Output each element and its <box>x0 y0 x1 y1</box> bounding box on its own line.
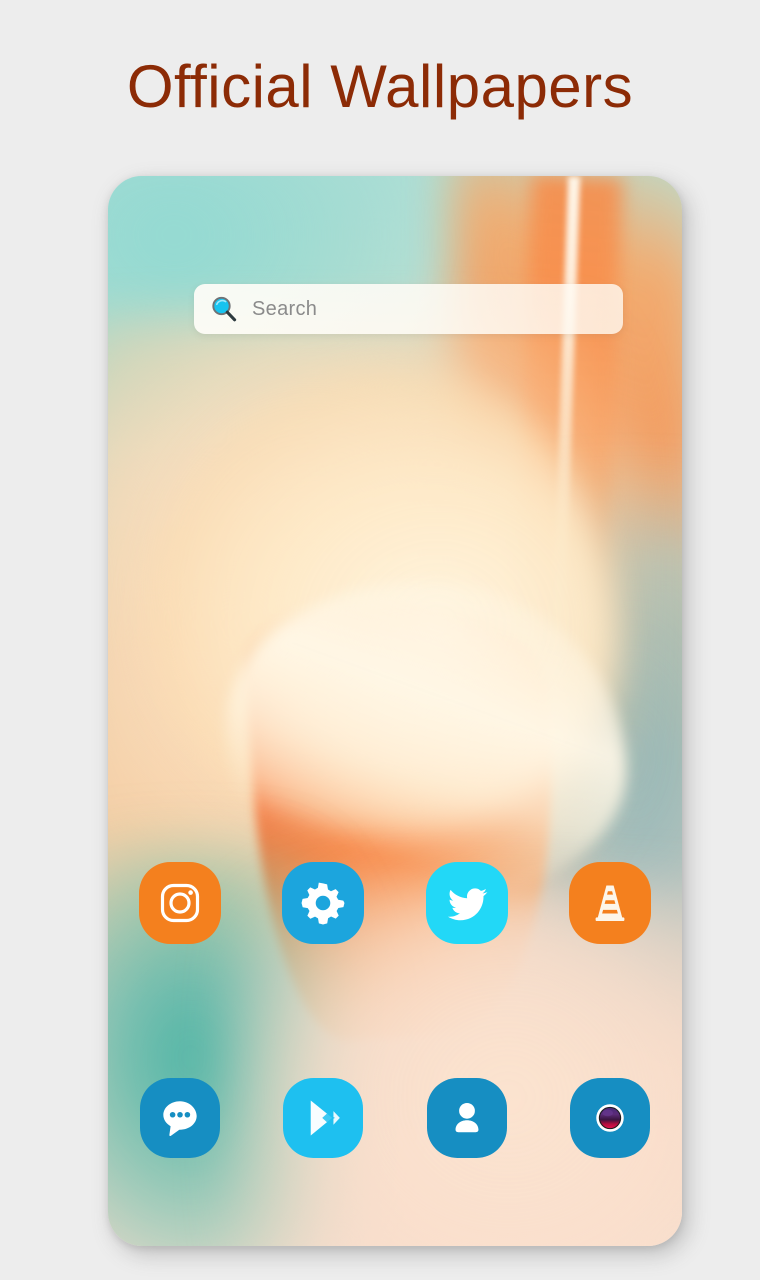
app-icon-instagram[interactable] <box>138 862 221 944</box>
search-input[interactable]: Search <box>252 298 317 321</box>
app-icon-contacts[interactable] <box>426 1078 507 1158</box>
page-title: Official Wallpapers <box>126 53 634 120</box>
app-icon-twitter[interactable] <box>425 862 508 944</box>
app-icon-messages[interactable] <box>139 1078 220 1158</box>
phone-mockup: Search <box>108 176 682 1246</box>
gear-icon <box>301 882 345 925</box>
traffic-cone-icon <box>595 885 625 921</box>
app-icon-camera[interactable] <box>570 1078 651 1158</box>
camera-lens-icon <box>596 1104 624 1132</box>
app-row-1 <box>108 862 682 944</box>
app-icon-play-store[interactable] <box>283 1078 364 1158</box>
play-store-icon <box>310 1100 341 1136</box>
app-row-2 <box>108 1078 682 1158</box>
twitter-bird-icon <box>447 888 488 921</box>
app-icon-vlc[interactable] <box>569 862 652 944</box>
app-icon-settings[interactable] <box>282 862 365 944</box>
instagram-icon <box>160 883 199 923</box>
search-bar[interactable]: Search <box>194 284 623 334</box>
chat-bubble-icon <box>163 1101 197 1137</box>
search-icon <box>210 295 238 323</box>
person-icon <box>455 1102 479 1133</box>
